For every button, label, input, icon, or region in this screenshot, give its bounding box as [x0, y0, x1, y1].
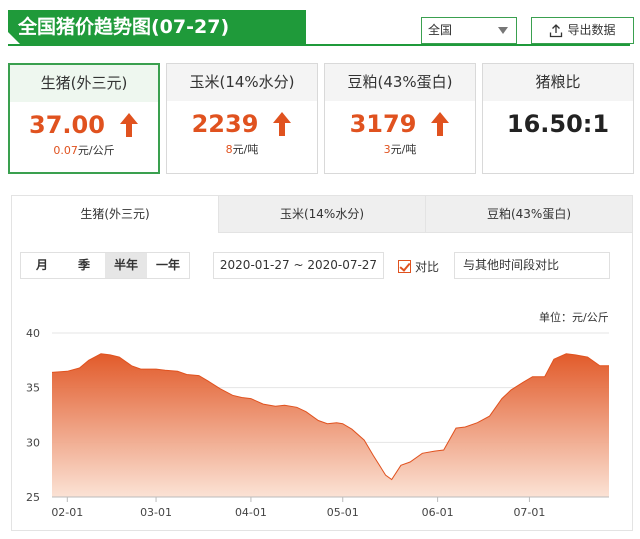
y-tick-label: 30	[26, 436, 40, 449]
card-hog[interactable]: 生猪(外三元) 37.00 0.07元/公斤	[8, 63, 160, 174]
x-tick-label: 05-01	[327, 506, 359, 519]
card-hog-unit: 元/公斤	[77, 144, 115, 157]
price-cards: 生猪(外三元) 37.00 0.07元/公斤 玉米(14%水分) 2239 8元…	[8, 63, 634, 174]
x-tick-label: 03-01	[140, 506, 172, 519]
card-soymeal-title: 豆粕(43%蛋白)	[325, 64, 475, 101]
x-tick-label: 07-01	[513, 506, 545, 519]
card-soymeal[interactable]: 豆粕(43%蛋白) 3179 3元/吨	[324, 63, 476, 174]
card-hog-title: 生猪(外三元)	[10, 65, 158, 102]
up-arrow-icon	[431, 112, 450, 136]
card-soymeal-value: 3179	[349, 110, 417, 138]
card-soymeal-change: 3	[383, 143, 391, 156]
y-tick-label: 25	[26, 491, 40, 504]
price-area-chart: 25 30 35 40 02-01 03-01 04-01 05-01 06-01 07-01	[26, 327, 609, 519]
area-fill	[52, 353, 609, 497]
card-corn-unit: 元/吨	[232, 143, 259, 156]
y-tick-label: 35	[26, 382, 40, 395]
card-ratio-title: 猪粮比	[483, 64, 633, 101]
y-tick-label: 40	[26, 327, 40, 340]
card-hog-value: 37.00	[29, 111, 105, 139]
up-arrow-icon	[273, 112, 292, 136]
region-select-value: 全国	[428, 23, 453, 37]
card-hog-change: 0.07	[53, 144, 78, 157]
title-underline	[8, 44, 630, 46]
up-arrow-icon	[119, 113, 138, 137]
card-ratio-value: 16.50:1	[506, 110, 610, 138]
chart-panel: 生猪(外三元) 玉米(14%水分) 豆粕(43%蛋白) 月 季 半年 一年 20…	[11, 195, 633, 531]
region-select[interactable]: 全国	[421, 17, 517, 44]
page-title: 全国猪价趋势图(07-27)	[8, 10, 306, 44]
card-corn-title: 玉米(14%水分)	[167, 64, 317, 101]
card-soymeal-unit: 元/吨	[390, 143, 417, 156]
export-data-button[interactable]: 导出数据	[531, 17, 634, 44]
card-corn-value: 2239	[191, 110, 259, 138]
chevron-down-icon	[498, 27, 508, 34]
x-tick-label: 02-01	[51, 506, 83, 519]
card-hog-grain-ratio[interactable]: 猪粮比 16.50:1	[482, 63, 634, 174]
card-corn[interactable]: 玉米(14%水分) 2239 8元/吨	[166, 63, 318, 174]
export-data-label: 导出数据	[567, 23, 616, 37]
x-tick-label: 04-01	[235, 506, 267, 519]
card-corn-change: 8	[225, 143, 233, 156]
x-tick-label: 06-01	[422, 506, 454, 519]
upload-icon	[550, 23, 563, 37]
